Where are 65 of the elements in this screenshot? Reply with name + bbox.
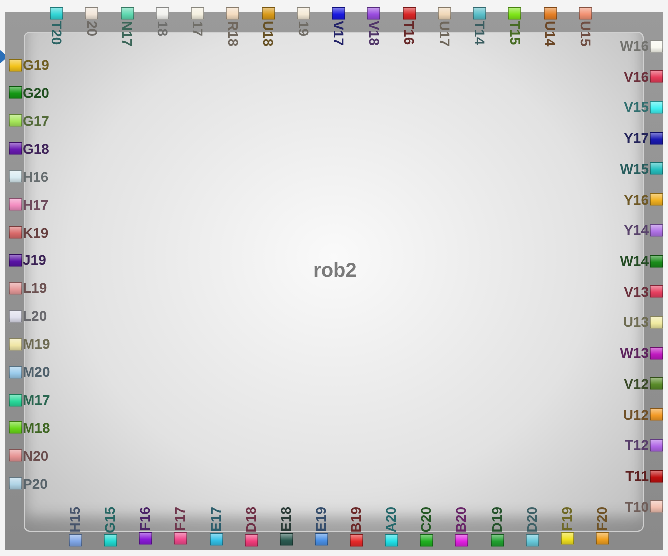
pin-label: F19 (560, 507, 575, 532)
pin-label: T16 (402, 21, 417, 46)
pin-label: D19 (490, 507, 504, 533)
pin-label: T11 (626, 468, 649, 484)
pin-label: A20 (384, 507, 400, 533)
pin-label: W14 (620, 253, 649, 270)
pin-label: G15 (103, 507, 118, 534)
pin-label: R18 (225, 21, 240, 47)
pin-label: Y16 (624, 192, 649, 208)
pin-label: M20 (23, 364, 50, 380)
pin-label: C20 (419, 507, 434, 533)
pin-label: E19 (314, 507, 329, 532)
pin-label: T15 (507, 21, 522, 46)
pin-label: H15 (68, 507, 83, 533)
pin-label: Y17 (624, 130, 649, 146)
pin-label: E17 (208, 507, 224, 532)
pin-label: E18 (278, 507, 294, 532)
pin-label: M18 (23, 420, 50, 436)
pin-label: F20 (594, 507, 610, 532)
pin-label: L19 (23, 280, 48, 296)
pin-label: F16 (138, 507, 154, 532)
pin-label: M19 (23, 336, 50, 352)
pin-label: V15 (624, 99, 649, 116)
pin-label: T10 (624, 498, 649, 515)
pin-label: 17 (190, 21, 206, 37)
pin-label: H17 (23, 196, 49, 213)
pin-label: G18 (23, 140, 50, 157)
pin-label: U17 (436, 21, 452, 47)
pin-label: T14 (472, 21, 488, 46)
pin-label: G17 (23, 112, 50, 129)
pin-label: V16 (624, 68, 649, 85)
pin-label: 20 (84, 21, 100, 37)
pin-label: K19 (23, 224, 49, 241)
pin-label: M17 (23, 392, 50, 408)
pin-label: G19 (23, 57, 50, 73)
pin-label: T20 (49, 21, 64, 46)
pin-label: G20 (23, 84, 50, 101)
pin-label: 18 (154, 21, 170, 37)
pin-label: L20 (23, 308, 48, 324)
block-name: rob2 (314, 260, 357, 282)
pin-label: W15 (620, 160, 649, 177)
pin-label: T12 (624, 437, 649, 454)
pin-label: B20 (454, 507, 470, 533)
pin-label: B19 (349, 507, 364, 533)
pin-label: V13 (624, 284, 649, 300)
pin-label: D18 (244, 507, 259, 533)
pin-label: U15 (578, 21, 593, 47)
pin-label: W16 (620, 38, 649, 54)
pin-label: N20 (23, 448, 49, 464)
pin-label: U13 (623, 314, 649, 330)
pin-label: V12 (624, 376, 649, 392)
pin-label: F17 (173, 507, 188, 532)
pin-label: 19 (296, 21, 311, 37)
pin-label: U18 (260, 21, 276, 47)
pin-label: V18 (366, 21, 382, 46)
pin-label: N17 (120, 21, 135, 47)
pin-label: U14 (542, 21, 558, 47)
pin-label: J19 (23, 252, 46, 268)
pin-label: Y14 (624, 222, 649, 238)
pin-label: H16 (23, 168, 49, 185)
pin-label: W13 (620, 345, 649, 362)
pin-label: D20 (524, 507, 540, 533)
pin-label: V17 (331, 21, 346, 46)
pin-label: U12 (623, 406, 649, 423)
pin-label: P20 (23, 476, 48, 492)
